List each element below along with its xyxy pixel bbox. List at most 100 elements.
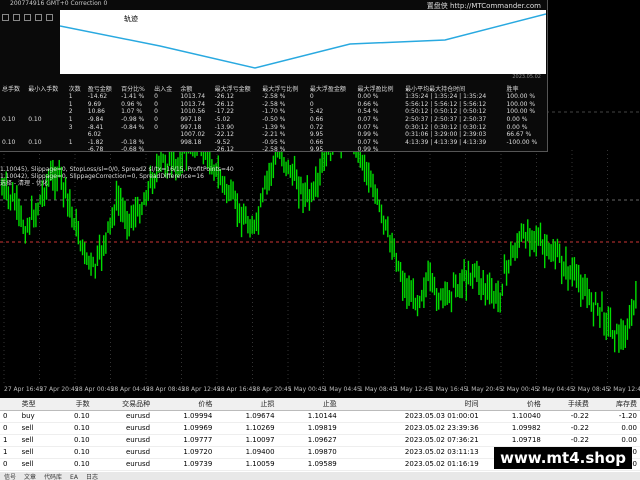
stats-row: 1 -14.62 -1.41 % 0 1013.74 -26.12 -2.58 % 0 0.00… — [0, 93, 546, 101]
time-label: 2 May 04:45 — [536, 386, 574, 393]
stats-cell: 2 — [68, 108, 73, 116]
trade-row[interactable]: 0 sell 0.10 eurusd 1.09969 1.10269 1.09819 2023… — [0, 422, 640, 435]
trade-cell: eurusd — [92, 458, 154, 471]
trade-cell: 1.10269 — [215, 422, 278, 435]
stats-col-header: 最大浮亏比例 — [262, 86, 299, 93]
trade-cell: 1.09994 — [153, 410, 216, 423]
trade-cell: 2023.05.02 03:11:13 — [339, 446, 482, 459]
trade-cell: 1.09589 — [277, 458, 340, 471]
stats-cell: 0.00 % — [506, 123, 528, 131]
time-label: 28 Apr 16:45 — [217, 386, 257, 393]
stats-cell: 0.07 % — [357, 138, 379, 146]
stats-row: 0.10 0.10 1 -9.84 -0.98 % 0 997.18 -5.02 -0.50 %… — [0, 116, 546, 124]
trade-cell: 1.09674 — [215, 410, 278, 423]
stats-cell: 0.54 % — [357, 108, 379, 116]
terminal-tab[interactable]: 代码库 — [40, 474, 66, 480]
terminal-tab[interactable]: EA — [66, 474, 82, 480]
time-label: 27 Apr 16:45 — [4, 386, 44, 393]
stats-cell — [26, 93, 67, 101]
time-label: 28 Apr 20:45 — [252, 386, 292, 393]
terminal-tabs: 信号 文章 代码库 EA 日志 — [0, 472, 640, 480]
trade-row[interactable]: 1 sell 0.10 eurusd 1.09777 1.10097 1.09627 2023… — [0, 434, 640, 447]
trade-cell: 0.10 — [54, 434, 93, 447]
stats-cell: -0.18 % — [121, 138, 145, 146]
stats-cell: 0.66 — [309, 138, 324, 146]
trade-cell: 1.09718 — [481, 434, 544, 447]
stats-cell: 0.99 % — [357, 146, 379, 154]
time-label: 1 May 04:45 — [323, 386, 361, 393]
stats-cell: 0:31:06 | 3:29:00 | 2:39:03 — [405, 131, 487, 139]
stats-header-row: 总手数 最小入手数 次数 盈亏金额 百分比% 出入金 余额 最大浮亏金额 最大浮亏比例 最大浮盈金… — [0, 84, 546, 93]
mini-chart-date: 2023.05.02 — [512, 74, 541, 80]
trade-cell: -1.20 — [591, 410, 640, 423]
trade-cell: -0.22 — [543, 434, 592, 447]
trade-col-header[interactable]: 交易品种 — [92, 398, 154, 411]
stats-row: 6.02 1007.02 -22.12 -2.21 % 9.95 0.99 % 0:31:0… — [0, 131, 546, 139]
stats-col-header: 盈亏金额 — [87, 86, 112, 93]
trade-col-header[interactable]: 手数 — [54, 398, 93, 411]
trade-col-header[interactable]: 价格 — [153, 398, 216, 411]
trade-col-header[interactable]: 价格 — [481, 398, 544, 411]
time-label: 1 May 20:45 — [465, 386, 503, 393]
stats-cell: -100.00 % — [506, 138, 538, 146]
trade-cell: 1.10144 — [277, 410, 340, 423]
trade-col-header[interactable]: 止损 — [215, 398, 278, 411]
trade-cell: 1 — [0, 434, 19, 447]
mini-chart-title: 轨迹 — [124, 15, 138, 23]
stats-cell: 0.66 — [309, 116, 324, 124]
stats-cell: -0.68 % — [121, 146, 145, 154]
stats-cell: 997.18 — [180, 123, 202, 131]
stats-cell: 100.00 % — [506, 100, 536, 108]
stats-cell: 6.02 — [87, 131, 102, 139]
stats-cell: 997.18 — [180, 116, 202, 124]
stats-cell: 100.00 % — [506, 108, 536, 116]
stats-col-header: 百分比% — [121, 86, 145, 93]
trade-cell: 1.10040 — [481, 410, 544, 423]
stats-cell: -13.90 — [214, 123, 234, 131]
trade-cell: 1.09627 — [277, 434, 340, 447]
stats-cell: 1 — [68, 93, 73, 101]
stats-cell — [0, 108, 26, 116]
trade-cell: 1.09777 — [153, 434, 216, 447]
stats-cell: 998.18 — [180, 138, 202, 146]
stats-cell: 1013.74 — [180, 100, 206, 108]
stats-col-header: 胜率 — [506, 86, 519, 93]
stats-col-header: 最大浮亏金额 — [214, 86, 251, 93]
trade-cell: 1.09739 — [153, 458, 216, 471]
trade-cell: 0 — [0, 458, 19, 471]
trade-cell: 1.09870 — [277, 446, 340, 459]
time-label: 1 May 00:45 — [288, 386, 326, 393]
stats-cell: -22.12 — [214, 131, 234, 139]
time-label: 2 May 08:45 — [572, 386, 610, 393]
trade-col-header[interactable] — [0, 398, 19, 411]
stats-cell: 9.95 — [309, 131, 324, 139]
stats-cell — [26, 101, 67, 109]
grid-cell-icon — [13, 14, 20, 21]
terminal-tab[interactable]: 日志 — [82, 474, 102, 480]
trade-col-header[interactable]: 库存费 — [591, 398, 640, 411]
stats-cell: -26.12 — [214, 146, 234, 154]
stats-cell: 5.42 — [309, 108, 324, 116]
stats-cell: 5:56:12 | 5:56:12 | 5:56:12 — [405, 100, 487, 108]
trade-row[interactable]: 0 buy 0.10 eurusd 1.09994 1.09674 1.10144 2023.… — [0, 410, 640, 423]
trade-col-header[interactable]: 类型 — [18, 398, 55, 411]
trade-col-header[interactable]: 时间 — [339, 398, 482, 411]
trade-cell: 1.10097 — [215, 434, 278, 447]
trade-cell: eurusd — [92, 446, 154, 459]
stats-cell: 10.86 — [87, 108, 105, 116]
stats-cell: 0.00 % — [506, 116, 528, 124]
trade-col-header[interactable]: 手续费 — [543, 398, 592, 411]
stats-cell: 0 — [154, 108, 158, 116]
stats-cell — [26, 131, 67, 139]
trade-col-header[interactable]: 止盈 — [277, 398, 340, 411]
stats-cell: -2.58 % — [262, 100, 286, 108]
trade-cell: 2023.05.02 23:39:36 — [339, 422, 482, 435]
trade-cell: buy — [18, 410, 55, 423]
stats-cell — [152, 131, 178, 139]
grid-cell-icon — [2, 14, 9, 21]
terminal-tab[interactable]: 信号 — [0, 474, 20, 480]
trade-cell: sell — [18, 458, 55, 471]
terminal-tab[interactable]: 文章 — [20, 474, 40, 480]
stats-cell — [0, 131, 26, 139]
stats-col-header: 最小平均最大持仓时间 — [405, 86, 466, 93]
